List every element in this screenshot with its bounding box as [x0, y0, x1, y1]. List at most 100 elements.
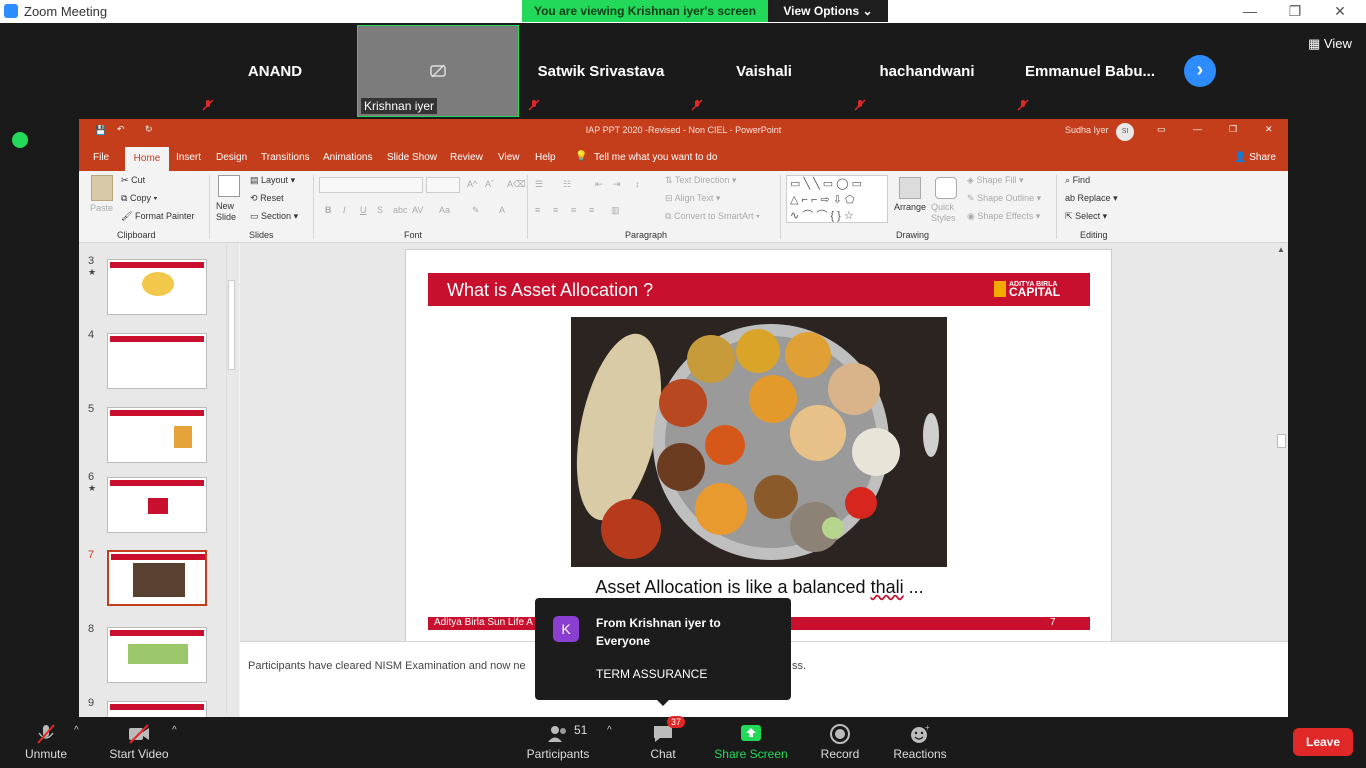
chat-notification-popup[interactable]: K From Krishnan iyer to Everyone TERM AS… [535, 598, 791, 706]
shapes-gallery[interactable]: ▭ ╲ ╲ ▭ ◯ ▭ △ ⌐ ⌐ ⇨ ⇩ ⬠ ∿ ⌒ ⌒ { } ☆ [786, 175, 888, 223]
paste-icon[interactable] [91, 175, 113, 201]
start-video-button[interactable]: Start Video [103, 717, 175, 768]
paste-label[interactable]: Paste [90, 203, 113, 213]
section-button[interactable]: ▭ Section ▾ [250, 211, 298, 222]
cut-button[interactable]: ✂ Cut [121, 175, 145, 186]
scroll-thumb[interactable] [228, 280, 235, 370]
layout-button[interactable]: ▤ Layout ▾ [250, 175, 295, 186]
participant-tile[interactable]: hachandwani [846, 25, 1008, 117]
quick-styles-icon[interactable] [935, 177, 957, 199]
columns-icon[interactable]: ▥ [611, 205, 620, 216]
slide-thumbnail-selected[interactable] [107, 550, 207, 606]
minimize-icon[interactable]: — [1240, 2, 1260, 20]
current-slide[interactable]: What is Asset Allocation ? ADITYA BIRLA … [405, 249, 1112, 647]
tab-help[interactable]: Help [535, 152, 556, 163]
tab-home[interactable]: Home [125, 147, 169, 171]
align-center-icon[interactable]: ≡ [553, 205, 558, 215]
ppt-user-avatar[interactable]: SI [1116, 123, 1134, 141]
decrease-indent-icon[interactable]: ⇤ [595, 179, 603, 190]
copy-button[interactable]: ⧉ Copy ▾ [121, 193, 157, 204]
scroll-thumb[interactable] [1277, 434, 1286, 448]
text-direction-button[interactable]: ⇅ Text Direction ▾ [665, 175, 736, 186]
unmute-button[interactable]: Unmute [14, 717, 78, 768]
new-slide-icon[interactable] [218, 175, 240, 197]
align-right-icon[interactable]: ≡ [571, 205, 576, 215]
thumbnail-scrollbar[interactable] [226, 244, 236, 714]
underline-icon[interactable]: U [360, 205, 367, 215]
select-button[interactable]: ⇱ Select ▾ [1065, 211, 1107, 222]
justify-icon[interactable]: ≡ [589, 205, 594, 215]
tab-animations[interactable]: Animations [323, 152, 372, 163]
italic-icon[interactable]: I [343, 205, 346, 215]
video-options-chevron-icon[interactable]: ^ [172, 725, 177, 736]
quick-styles-label[interactable]: Quick Styles [931, 202, 961, 224]
change-case-icon[interactable]: Aa [439, 205, 450, 215]
audio-options-chevron-icon[interactable]: ^ [74, 725, 79, 736]
tab-insert[interactable]: Insert [176, 152, 201, 163]
view-options-button[interactable]: View Options ⌄ [768, 0, 888, 22]
reset-button[interactable]: ⟲ Reset [250, 193, 284, 204]
slide-thumbnail[interactable] [107, 627, 207, 683]
format-painter-button[interactable]: 🖌 Format Painter [121, 211, 194, 222]
close-icon[interactable]: ✕ [1265, 124, 1273, 135]
slide-vertical-scrollbar[interactable]: ▲ ▼ [1275, 243, 1287, 641]
new-slide-label[interactable]: New Slide [216, 201, 246, 223]
tab-slide-show[interactable]: Slide Show [387, 152, 437, 163]
tab-transitions[interactable]: Transitions [261, 152, 310, 163]
reactions-button[interactable]: + Reactions [890, 717, 950, 768]
clear-formatting-icon[interactable]: A⌫ [507, 179, 526, 190]
share-screen-button[interactable]: Share Screen [712, 717, 790, 768]
slide-thumbnail[interactable] [107, 477, 207, 533]
tab-design[interactable]: Design [216, 152, 247, 163]
security-shield-icon[interactable] [12, 132, 28, 148]
align-text-button[interactable]: ⊟ Align Text ▾ [665, 193, 720, 204]
align-left-icon[interactable]: ≡ [535, 205, 540, 215]
bullets-icon[interactable]: ☰ [535, 179, 543, 190]
participant-tile[interactable]: Emmanuel Babu... [1009, 25, 1171, 117]
shape-effects-button[interactable]: ◉ Shape Effects ▾ [967, 211, 1040, 222]
tab-review[interactable]: Review [450, 152, 483, 163]
highlight-icon[interactable]: ✎ [472, 205, 480, 216]
restore-icon[interactable]: ❐ [1229, 124, 1237, 135]
line-spacing-icon[interactable]: ↕ [635, 179, 640, 189]
convert-smartart-button[interactable]: ⧉ Convert to SmartArt ▾ [665, 211, 760, 222]
character-spacing-icon[interactable]: AV [412, 205, 423, 215]
font-color-icon[interactable]: A [499, 205, 505, 215]
participant-tile[interactable]: Satwik Srivastava [520, 25, 682, 117]
arrange-icon[interactable] [899, 177, 921, 199]
scroll-up-icon[interactable]: ▲ [1277, 245, 1285, 254]
slide-thumbnail[interactable] [107, 701, 207, 717]
slide-thumbnail[interactable] [107, 333, 207, 389]
replace-button[interactable]: ab Replace ▾ [1065, 193, 1118, 204]
participant-tile-active[interactable]: Krishnan iyer [357, 25, 519, 117]
restore-icon[interactable]: ❐ [1285, 2, 1305, 20]
font-family-select[interactable] [319, 177, 423, 193]
participant-tile[interactable]: ANAND [194, 25, 356, 117]
ribbon-options-icon[interactable]: ▭ [1157, 124, 1166, 135]
slide-thumbnail[interactable] [107, 407, 207, 463]
leave-button[interactable]: Leave [1293, 728, 1353, 756]
minimize-icon[interactable]: — [1193, 124, 1202, 134]
tab-view[interactable]: View [498, 152, 520, 163]
find-button[interactable]: ⌕ Find [1065, 175, 1090, 186]
increase-indent-icon[interactable]: ⇥ [613, 179, 621, 190]
close-icon[interactable]: ✕ [1330, 2, 1350, 20]
view-button[interactable]: ▦ View [1308, 36, 1352, 52]
participants-chevron-icon[interactable]: ^ [607, 725, 612, 736]
slide-thumbnail[interactable] [107, 259, 207, 315]
shape-outline-button[interactable]: ✎ Shape Outline ▾ [967, 193, 1041, 204]
record-button[interactable]: Record [812, 717, 868, 768]
shape-fill-button[interactable]: ◈ Shape Fill ▾ [967, 175, 1024, 186]
strikethrough-icon[interactable]: abc [393, 205, 408, 215]
participant-tile[interactable]: Vaishali [683, 25, 845, 117]
next-page-arrow-icon[interactable]: › [1184, 55, 1216, 87]
shadow-icon[interactable]: S [377, 205, 383, 215]
font-size-select[interactable] [426, 177, 460, 193]
arrange-label[interactable]: Arrange [894, 202, 926, 212]
decrease-font-icon[interactable]: Aˇ [485, 179, 494, 189]
tell-me-search[interactable]: Tell me what you want to do [594, 152, 717, 163]
increase-font-icon[interactable]: A^ [467, 179, 477, 189]
bold-icon[interactable]: B [325, 205, 332, 215]
numbering-icon[interactable]: ☷ [563, 179, 571, 190]
tab-file[interactable]: File [93, 152, 109, 163]
